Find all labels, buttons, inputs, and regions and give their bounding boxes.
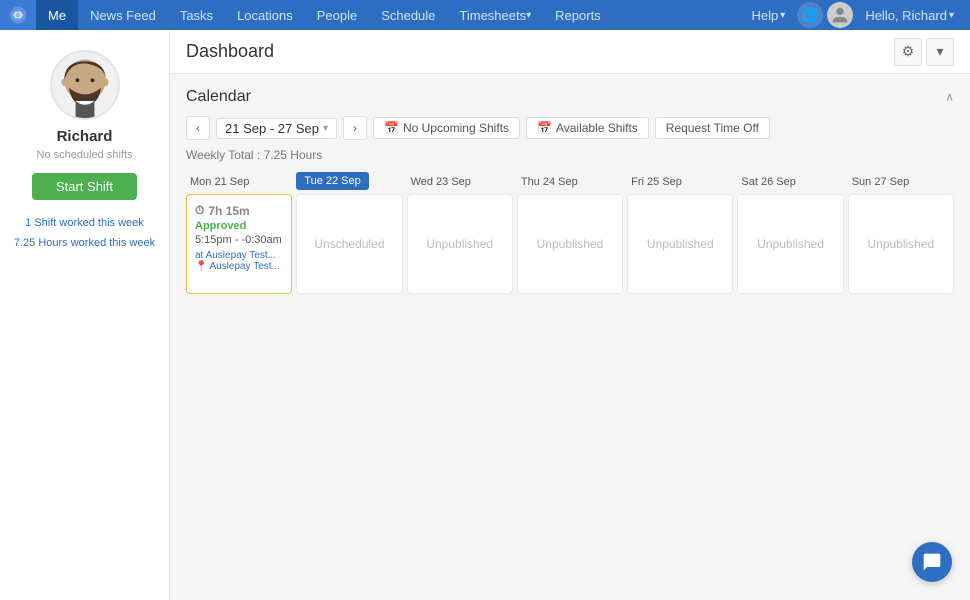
calendar-collapse-icon[interactable]: ∧: [945, 90, 954, 104]
nav-item-schedule[interactable]: Schedule: [369, 0, 447, 30]
nav-item-me[interactable]: Me: [36, 0, 78, 30]
calendar-title-text: Calendar: [186, 88, 251, 106]
nav-item-reports[interactable]: Reports: [543, 0, 613, 30]
main-content: Dashboard ⚙ ▾ Calendar ∧ ‹ 21 Sep - 27 S…: [170, 30, 970, 600]
day-col-sun: Sun 27 Sep Unpublished: [848, 170, 954, 294]
sidebar-name: Richard: [57, 128, 113, 145]
day-col-tue: Tue 22 Sep Unscheduled: [296, 170, 402, 294]
nav-item-people[interactable]: People: [305, 0, 369, 30]
shifts-worked-stat: 1 Shift worked this week: [14, 214, 155, 234]
avatar: [50, 50, 120, 120]
hours-worked-stat: 7.25 Hours worked this week: [14, 234, 155, 254]
calendar-section: Calendar ∧ ‹ 21 Sep - 27 Sep ▾ › 📅 No Up…: [170, 74, 970, 308]
collapse-button[interactable]: ▾: [926, 38, 954, 66]
sidebar-subtitle: No scheduled shifts: [37, 149, 133, 161]
dashboard-header: Dashboard ⚙ ▾: [170, 30, 970, 74]
day-col-wed: Wed 23 Sep Unpublished: [407, 170, 513, 294]
avatar-button[interactable]: [827, 2, 853, 28]
day-cell-wed[interactable]: Unpublished: [407, 194, 513, 294]
pin-icon: 📍: [195, 261, 207, 272]
day-col-sat: Sat 26 Sep Unpublished: [737, 170, 843, 294]
day-cell-thu[interactable]: Unpublished: [517, 194, 623, 294]
sidebar: Richard No scheduled shifts Start Shift …: [0, 30, 170, 600]
user-menu-arrow-icon: ▾: [949, 10, 954, 21]
start-shift-button[interactable]: Start Shift: [32, 173, 137, 200]
date-range-selector[interactable]: 21 Sep - 27 Sep ▾: [216, 118, 337, 139]
day-label-thu: Thu 24 Sep: [517, 172, 582, 190]
shift-status: Approved: [195, 220, 282, 232]
shift-location-at: at Auslepay Test...: [195, 250, 282, 261]
header-actions: ⚙ ▾: [894, 38, 954, 66]
nav-item-timesheets[interactable]: Timesheets: [447, 0, 543, 30]
day-col-thu: Thu 24 Sep Unpublished: [517, 170, 623, 294]
logo[interactable]: [0, 0, 36, 30]
nav-right: Help ▾ 🌐 Hello, Richard ▾: [744, 0, 970, 30]
top-nav: Me News Feed Tasks Locations People Sche…: [0, 0, 970, 30]
calendar-controls: ‹ 21 Sep - 27 Sep ▾ › 📅 No Upcoming Shif…: [186, 116, 954, 140]
refresh-button[interactable]: ⚙: [894, 38, 922, 66]
day-label-tue: Tue 22 Sep: [296, 172, 368, 190]
nav-item-tasks[interactable]: Tasks: [168, 0, 225, 30]
day-cell-sat[interactable]: Unpublished: [737, 194, 843, 294]
day-cell-fri[interactable]: Unpublished: [627, 194, 733, 294]
day-col-fri: Fri 25 Sep Unpublished: [627, 170, 733, 294]
day-cell-sun[interactable]: Unpublished: [848, 194, 954, 294]
nav-item-locations[interactable]: Locations: [225, 0, 305, 30]
weekly-total: Weekly Total : 7.25 Hours: [186, 148, 954, 162]
day-col-mon: Mon 21 Sep ⏱ 7h 15m Approved 5:15pm - -0…: [186, 170, 292, 294]
day-label-sun: Sun 27 Sep: [848, 172, 914, 190]
day-cell-mon[interactable]: ⏱ 7h 15m Approved 5:15pm - -0:30am at Au…: [186, 194, 292, 294]
request-time-off-button[interactable]: Request Time Off: [655, 117, 770, 139]
shift-duration: ⏱ 7h 15m: [195, 203, 282, 218]
hello-label[interactable]: Hello, Richard ▾: [857, 0, 962, 30]
main-layout: Richard No scheduled shifts Start Shift …: [0, 30, 970, 600]
prev-week-button[interactable]: ‹: [186, 116, 210, 140]
day-label-wed: Wed 23 Sep: [407, 172, 475, 190]
day-label-mon: Mon 21 Sep: [186, 172, 253, 190]
no-upcoming-shifts-button[interactable]: 📅 No Upcoming Shifts: [373, 117, 520, 139]
available-calendar-icon: 📅: [537, 121, 552, 135]
sidebar-stats: 1 Shift worked this week 7.25 Hours work…: [14, 214, 155, 254]
day-cell-tue[interactable]: Unscheduled: [296, 194, 402, 294]
available-shifts-button[interactable]: 📅 Available Shifts: [526, 117, 649, 139]
page-title: Dashboard: [186, 41, 274, 62]
help-button[interactable]: Help ▾: [744, 0, 794, 30]
day-label-fri: Fri 25 Sep: [627, 172, 686, 190]
day-label-sat: Sat 26 Sep: [737, 172, 799, 190]
nav-items: Me News Feed Tasks Locations People Sche…: [36, 0, 744, 30]
shift-location[interactable]: 📍 Auslepay Test...: [195, 261, 282, 272]
help-arrow-icon: ▾: [780, 10, 785, 21]
calendar-grid: Mon 21 Sep ⏱ 7h 15m Approved 5:15pm - -0…: [186, 170, 954, 294]
clock-icon: ⏱: [195, 203, 204, 218]
calendar-header: Calendar ∧: [186, 88, 954, 106]
date-range-caret-icon: ▾: [323, 123, 328, 134]
nav-item-newsfeed[interactable]: News Feed: [78, 0, 168, 30]
chat-bubble-button[interactable]: [912, 542, 952, 582]
globe-button[interactable]: 🌐: [797, 2, 823, 28]
shift-hours: 5:15pm - -0:30am: [195, 234, 282, 246]
calendar-icon: 📅: [384, 121, 399, 135]
next-week-button[interactable]: ›: [343, 116, 367, 140]
